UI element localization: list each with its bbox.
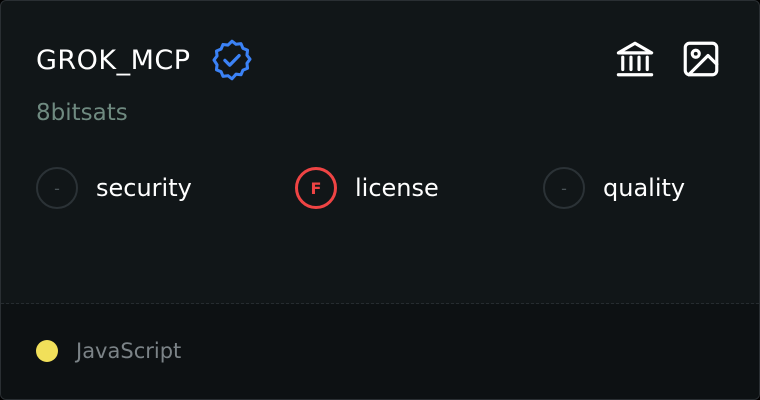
score-grade-circle: - <box>36 167 78 209</box>
bank-icon[interactable] <box>613 37 657 81</box>
image-icon[interactable] <box>679 37 723 81</box>
title-row: GROK_MCP <box>36 37 255 83</box>
repo-card[interactable]: GROK_MCP 8bitsats - security F license -… <box>0 0 760 400</box>
card-footer: JavaScript <box>1 304 759 399</box>
score-list: - security F license - quality <box>36 165 736 211</box>
language-indicator: JavaScript <box>36 339 181 363</box>
card-actions <box>613 37 723 81</box>
language-color-dot <box>36 340 58 362</box>
verified-badge-icon <box>209 37 255 83</box>
score-grade-circle: - <box>543 167 585 209</box>
score-label: quality <box>603 174 686 202</box>
score-license[interactable]: F license <box>295 165 439 211</box>
score-grade-circle: F <box>295 167 337 209</box>
score-security[interactable]: - security <box>36 165 192 211</box>
repo-title[interactable]: GROK_MCP <box>36 45 191 76</box>
repo-owner[interactable]: 8bitsats <box>36 100 128 126</box>
score-quality[interactable]: - quality <box>543 165 685 211</box>
score-label: license <box>355 174 439 202</box>
language-label: JavaScript <box>76 339 182 363</box>
score-label: security <box>96 174 192 202</box>
